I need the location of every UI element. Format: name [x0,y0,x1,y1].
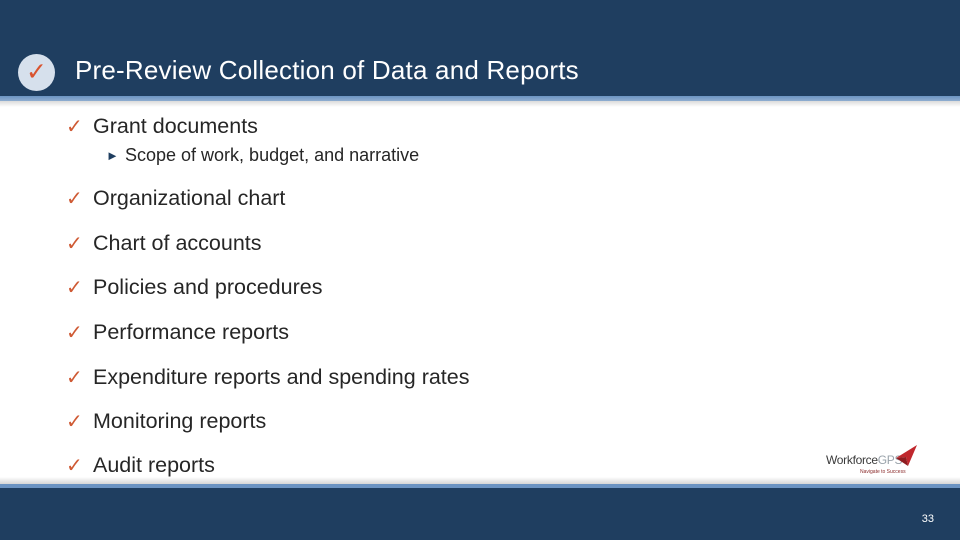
workforce-gps-logo: WorkforceGPS Navigate to Success [826,444,918,478]
logo-wordmark: WorkforceGPS [826,453,903,467]
navigation-arrow-icon [896,445,917,466]
bullet-item: ✓ Organizational chart [66,186,285,211]
checkmark-icon: ✓ [66,277,83,299]
checkmark-icon: ✓ [26,58,47,86]
bullet-label: Organizational chart [93,186,286,210]
bullet-label: Grant documents [93,114,258,138]
checkmark-icon: ✓ [66,322,83,344]
bullet-item: ✓ Audit reports [66,453,215,478]
bullet-label: Performance reports [93,320,289,344]
bullet-label: Expenditure reports and spending rates [93,365,470,389]
bullet-item: ✓ Monitoring reports [66,409,266,434]
bullet-label: Chart of accounts [93,231,262,255]
logo-tagline: Navigate to Success [860,469,906,475]
checkmark-icon: ✓ [66,116,83,138]
bullet-item: ✓ Grant documents [66,114,258,139]
triangle-right-icon: ► [106,148,119,163]
checkmark-icon: ✓ [66,411,83,433]
bullet-label: Audit reports [93,453,215,477]
bullet-item: ✓ Policies and procedures [66,275,322,300]
bullet-label: Policies and procedures [93,275,323,299]
slide-title: Pre-Review Collection of Data and Report… [75,55,579,85]
checkmark-icon: ✓ [66,188,83,210]
checkmark-icon: ✓ [66,455,83,477]
bullet-item: ✓ Performance reports [66,320,289,345]
bullet-label: Monitoring reports [93,409,267,433]
checkmark-icon: ✓ [66,233,83,255]
checkmark-icon: ✓ [66,367,83,389]
footer-bar [0,488,960,540]
footer-shadow [0,477,960,484]
page-number: 33 [921,513,934,525]
bullet-item: ✓ Chart of accounts [66,231,262,256]
bullet-item: ✓ Expenditure reports and spending rates [66,365,470,390]
sub-bullet-item: ► Scope of work, budget, and narrative [106,145,419,166]
sub-bullet-label: Scope of work, budget, and narrative [125,145,420,165]
header-shadow [0,101,960,107]
title-badge: ✓ [18,54,55,91]
